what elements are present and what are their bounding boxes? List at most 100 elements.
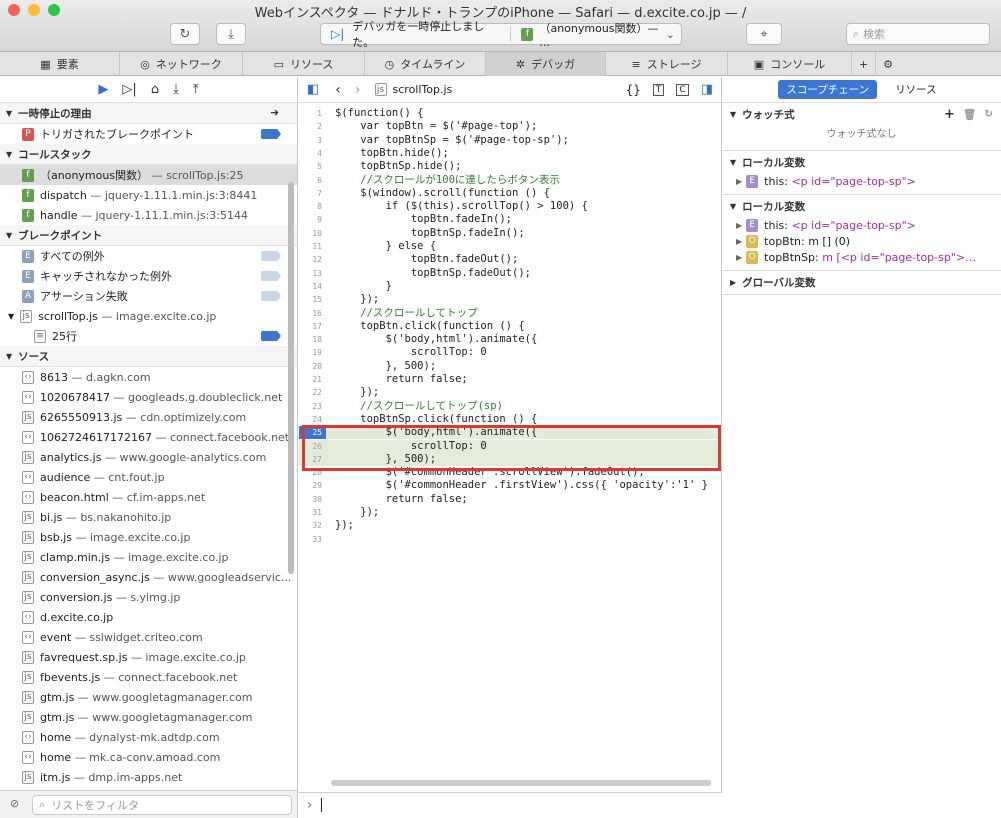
code-line[interactable]: 19 scrollTop: 0: [299, 346, 722, 359]
filter-input[interactable]: ⌕ リストをフィルタ: [32, 795, 292, 815]
line-number[interactable]: 22: [299, 386, 326, 399]
tab-console[interactable]: ▣ コンソール: [728, 52, 852, 76]
line-number[interactable]: 13: [299, 267, 326, 280]
step-into-icon[interactable]: ⤓: [173, 82, 179, 97]
editor-filename[interactable]: scrollTop.js: [393, 83, 453, 96]
line-number[interactable]: 1: [299, 107, 326, 120]
line-number[interactable]: 21: [299, 373, 326, 386]
line-number[interactable]: 17: [299, 320, 326, 333]
breakpoint-marker[interactable]: [261, 251, 281, 261]
code-line[interactable]: 15 });: [299, 293, 722, 306]
code-line[interactable]: 11 } else {: [299, 240, 722, 253]
resource-tab[interactable]: リソース: [887, 80, 944, 99]
source-item[interactable]: ‹› event — sslwidget.criteo.com: [0, 627, 297, 647]
code-line[interactable]: 22 });: [299, 386, 722, 399]
source-item[interactable]: js gtm.js — www.googletagmanager.com: [0, 687, 297, 707]
editor-scrollbar[interactable]: [331, 780, 711, 786]
watch-header[interactable]: ▼ ウォッチ式 + 🗑 ↻: [722, 103, 1001, 125]
sources-header[interactable]: ▼ ソース: [0, 346, 297, 367]
line-number[interactable]: 14: [299, 280, 326, 293]
source-item[interactable]: js bi.js — bs.nakanohito.jp: [0, 507, 297, 527]
callstack-item[interactable]: f dispatch — jquery-1.11.1.min.js:3:8441: [0, 185, 297, 205]
line-number[interactable]: 8: [299, 200, 326, 213]
breakpoint-toggle-icon[interactable]: ▶: [98, 82, 108, 97]
source-item[interactable]: js conversion.js — s.yimg.jp: [0, 587, 297, 607]
disclosure-icon[interactable]: ▶: [736, 177, 742, 186]
target-button[interactable]: ⌖: [746, 23, 782, 45]
code-line[interactable]: 20 }, 500);: [299, 360, 722, 373]
source-item[interactable]: ‹› home — mk.ca-conv.amoad.com: [0, 747, 297, 767]
plus-icon[interactable]: +: [944, 107, 955, 122]
code-line[interactable]: 13 topBtnSp.fadeOut();: [299, 267, 722, 280]
pause-reason-row[interactable]: P トリガされたブレークポイント: [0, 124, 297, 144]
code-line[interactable]: 3 var topBtnSp = $('#page-top-sp');: [299, 134, 722, 147]
line-number[interactable]: 2: [299, 120, 326, 133]
source-item[interactable]: js clamp.min.js — image.excite.co.jp: [0, 547, 297, 567]
download-button[interactable]: ⤓: [216, 23, 246, 45]
add-tab-button[interactable]: +: [852, 52, 876, 76]
refresh-icon[interactable]: ↻: [984, 108, 993, 120]
source-item[interactable]: js analytics.js — www.google-analytics.co…: [0, 447, 297, 467]
line-number[interactable]: 23: [299, 400, 326, 413]
source-item[interactable]: js conversion_async.js — www.googleadserv…: [0, 567, 297, 587]
line-number[interactable]: 6: [299, 174, 326, 187]
coverage-icon[interactable]: C: [676, 83, 689, 96]
source-item[interactable]: js gtm.js — www.googletagmanager.com: [0, 707, 297, 727]
line-number[interactable]: 12: [299, 253, 326, 266]
local-header[interactable]: ▼ ローカル変数: [722, 151, 1001, 173]
code-line[interactable]: 14 }: [299, 280, 722, 293]
disclosure-icon[interactable]: ▶: [736, 221, 742, 230]
code-line[interactable]: 2 var topBtn = $('#page-top');: [299, 120, 722, 133]
filter-icon[interactable]: ⊘: [10, 797, 19, 810]
code-line[interactable]: 10 topBtnSp.fadeIn();: [299, 227, 722, 240]
code-line[interactable]: 12 topBtn.fadeOut();: [299, 253, 722, 266]
forward-icon[interactable]: ›: [355, 82, 361, 98]
trash-icon[interactable]: 🗑: [963, 108, 976, 121]
local-header[interactable]: ▼ ローカル変数: [722, 195, 1001, 217]
code-line[interactable]: 29 $('#commonHeader .firstView').css({ '…: [299, 479, 722, 492]
code-line[interactable]: 1 $(function() {: [299, 107, 722, 120]
step-over-icon[interactable]: ⌂: [151, 82, 159, 97]
search-input[interactable]: ⌕ 検索: [846, 23, 990, 45]
breakpoint-file[interactable]: ▼ js scrollTop.js — image.excite.co.jp: [0, 306, 297, 326]
line-number[interactable]: 31: [299, 506, 326, 519]
code-line[interactable]: 6 //スクロールが100に達したらボタン表示: [299, 174, 722, 187]
code-line[interactable]: 30 return false;: [299, 493, 722, 506]
source-item[interactable]: ‹› d.excite.co.jp: [0, 607, 297, 627]
variable-row[interactable]: ▶ O topBtnSp: m [<p id="page-top-sp">…: [722, 249, 1001, 265]
step-out-icon[interactable]: ⤒: [193, 82, 199, 97]
code-line[interactable]: 8 if ($(this).scrollTop() > 100) {: [299, 200, 722, 213]
tab-network[interactable]: ◎ ネットワーク: [120, 52, 243, 76]
code-line[interactable]: 23 //スクロールしてトップ(sp): [299, 400, 722, 413]
source-item[interactable]: ‹› 8613 — d.agkn.com: [0, 367, 297, 387]
pause-reason-header[interactable]: ▼ 一時停止の理由 ➜: [0, 103, 297, 124]
type-icon[interactable]: T: [652, 83, 665, 96]
source-item[interactable]: ‹› audience — cnt.fout.jp: [0, 467, 297, 487]
breakpoint-item[interactable]: A アサーション失敗: [0, 286, 297, 306]
source-item[interactable]: js bsb.js — image.excite.co.jp: [0, 527, 297, 547]
tab-storage[interactable]: ≡ ストレージ: [606, 52, 728, 76]
line-number[interactable]: 10: [299, 227, 326, 240]
tab-debugger[interactable]: ✲ デバッガ: [486, 52, 606, 76]
scope-chain-tab[interactable]: スコープチェーン: [778, 80, 878, 99]
sidebar-scrollbar[interactable]: [288, 182, 294, 574]
source-item[interactable]: ‹› beacon.html — cf.im-apps.net: [0, 487, 297, 507]
line-number[interactable]: 18: [299, 333, 326, 346]
variable-row[interactable]: ▶ E this: <p id="page-top-sp">: [722, 217, 1001, 233]
line-number[interactable]: 32: [299, 519, 326, 532]
line-number[interactable]: 7: [299, 187, 326, 200]
code-line[interactable]: 32});: [299, 519, 722, 532]
sidebar-toggle-icon[interactable]: ◧: [307, 82, 319, 97]
callstack-item[interactable]: f （anonymous関数） — scrollTop.js:25: [0, 165, 297, 185]
code-line[interactable]: 21 return false;: [299, 373, 722, 386]
code-line[interactable]: 18 $('body,html').animate({: [299, 333, 722, 346]
code-line[interactable]: 17 topBtn.click(function () {: [299, 320, 722, 333]
disclosure-icon[interactable]: ▶: [736, 253, 742, 262]
code-line[interactable]: 4 topBtn.hide();: [299, 147, 722, 160]
source-item[interactable]: js fbevents.js — connect.facebook.net: [0, 667, 297, 687]
variable-row[interactable]: ▶ E this: <p id="page-top-sp">: [722, 173, 1001, 189]
code-line[interactable]: 31 });: [299, 506, 722, 519]
arrow-right-icon[interactable]: ➜: [270, 107, 279, 119]
tab-resources[interactable]: ▭ リソース: [243, 52, 365, 76]
format-braces-icon[interactable]: {}: [626, 83, 641, 97]
